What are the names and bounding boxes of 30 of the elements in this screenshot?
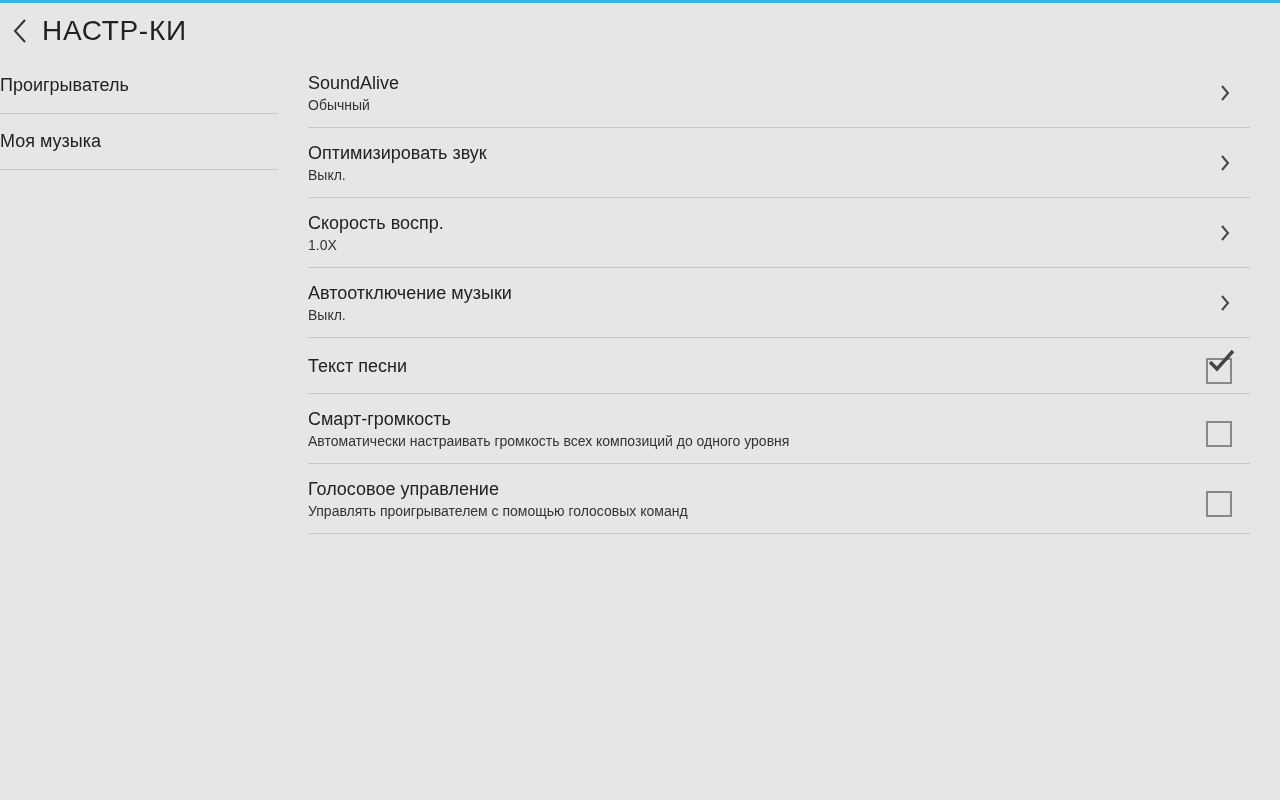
sidebar-item[interactable]: Моя музыка [0,128,101,155]
checkbox[interactable] [1206,347,1236,384]
setting-row[interactable]: Автоотключение музыки Выкл. [308,268,1250,338]
setting-title: SoundAlive [308,71,401,95]
sidebar-item[interactable]: Проигрыватель [0,72,129,99]
checkmark-icon [1206,347,1236,374]
setting-title: Голосовое управление [308,477,500,501]
setting-subtitle: 1.0X [308,235,338,255]
setting-title: Текст песни [308,354,409,378]
chevron-right-icon [1220,84,1230,101]
setting-title: Скорость воспр. [308,211,445,235]
back-icon [13,17,27,44]
setting-title: Автоотключение музыки [308,281,513,305]
setting-row[interactable]: Текст песни [308,338,1250,394]
setting-subtitle: Управлять проигрывателем с помощью голосовых команд [308,501,689,521]
setting-row[interactable]: Оптимизировать звук Выкл. [308,128,1250,198]
setting-row[interactable]: Смарт-громкость Автоматически настраивать громкость всех композиций до одного уровня [308,394,1250,464]
setting-title: Смарт-громкость [308,407,452,431]
chevron-right-icon [1220,294,1230,311]
setting-row[interactable]: SoundAlive Обычный [308,58,1250,128]
screen-title: НАСТР-КИ [42,13,187,48]
chevron-right-icon [1220,154,1230,171]
setting-title: Оптимизировать звук [308,141,488,165]
chevron-right-icon [1220,224,1230,241]
setting-row[interactable]: Голосовое управление Управлять проигрывателем с помощью голосовых команд [308,464,1250,534]
setting-subtitle: Обычный [308,95,371,115]
setting-subtitle: Выкл. [308,305,347,325]
setting-row[interactable]: Скорость воспр. 1.0X [308,198,1250,268]
setting-subtitle: Выкл. [308,165,347,185]
setting-subtitle: Автоматически настраивать громкость всех композиций до одного уровня [308,431,791,451]
